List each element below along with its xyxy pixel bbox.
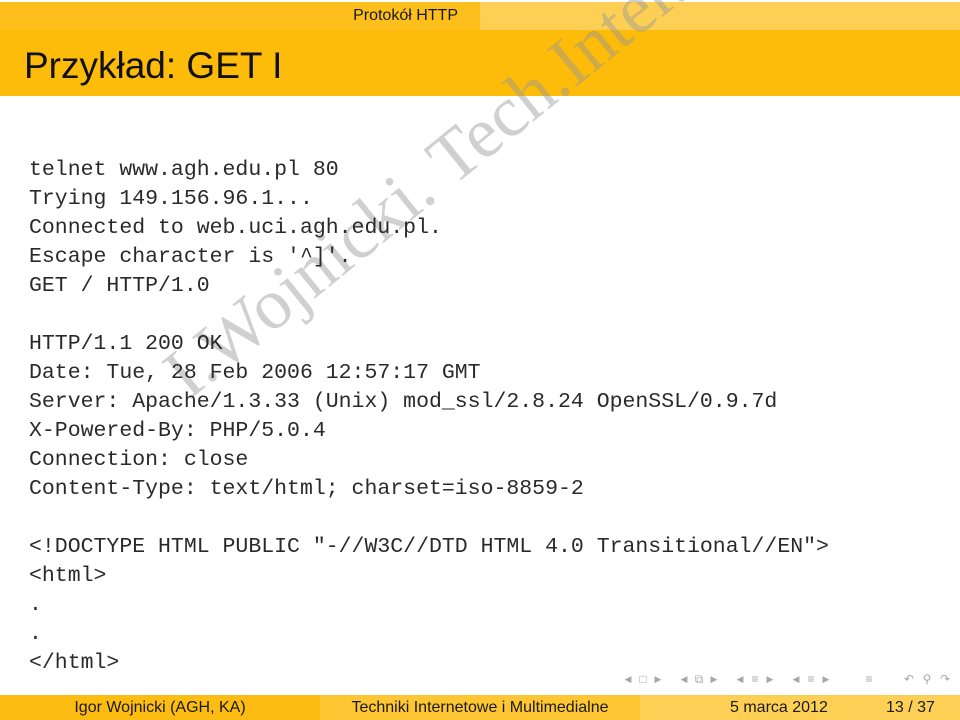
code-line: . <box>29 593 42 617</box>
section-icon[interactable]: ≡ <box>746 672 764 686</box>
section-strip: Protokół HTTP <box>0 2 960 30</box>
subsection-icon[interactable]: ⧉ <box>690 672 708 687</box>
next-section-arrow-icon[interactable]: ▶ <box>764 674 776 685</box>
code-line: Date: Tue, 28 Feb 2006 12:57:17 GMT <box>29 361 481 385</box>
forward-icon[interactable]: ↷ <box>936 672 954 686</box>
prev-frame-arrow-icon[interactable]: ◀ <box>622 674 634 685</box>
code-line: Connected to web.uci.agh.edu.pl. <box>29 216 442 240</box>
prev-subsection-arrow-icon[interactable]: ◀ <box>678 674 690 685</box>
back-icon[interactable]: ↶ <box>900 672 918 686</box>
footer-course: Techniki Internetowe i Multimedialne <box>320 695 640 720</box>
appendix-icon[interactable]: ≡ <box>860 672 878 686</box>
prev-section-arrow-icon[interactable]: ◀ <box>734 674 746 685</box>
code-line: Content-Type: text/html; charset=iso-885… <box>29 477 584 501</box>
code-line: Server: Apache/1.3.33 (Unix) mod_ssl/2.8… <box>29 390 778 414</box>
footer-author: Igor Wojnicki (AGH, KA) <box>0 695 320 720</box>
footer-date: 5 marca 2012 <box>730 699 828 716</box>
footer-right: 5 marca 2012 13 / 37 <box>640 695 960 720</box>
beamer-navigation: ◀ □ ▶ ◀ ⧉ ▶ ◀ ≡ ▶ ◀ ≡ ▶ ≡ ↶ ⚲ ↷ <box>622 670 954 688</box>
code-block: telnet www.agh.edu.pl 80 Trying 149.156.9… <box>29 156 829 678</box>
section-strip-right <box>480 2 960 30</box>
code-line: Connection: close <box>29 448 249 472</box>
document-icon[interactable]: ≡ <box>802 672 820 686</box>
section-title: Protokół HTTP <box>0 2 480 30</box>
code-line: <!DOCTYPE HTML PUBLIC "-//W3C//DTD HTML … <box>29 535 829 559</box>
frame-title-bar: Przykład: GET I <box>0 30 960 96</box>
code-line: HTTP/1.1 200 OK <box>29 332 223 356</box>
prev-document-arrow-icon[interactable]: ◀ <box>790 674 802 685</box>
page-counter: 13 / 37 <box>886 699 935 716</box>
next-frame-arrow-icon[interactable]: ▶ <box>652 674 664 685</box>
footer: Igor Wojnicki (AGH, KA) Techniki Interne… <box>0 695 960 720</box>
code-line: <html> <box>29 564 107 588</box>
code-line: telnet www.agh.edu.pl 80 <box>29 158 339 182</box>
code-line: X-Powered-By: PHP/5.0.4 <box>29 419 326 443</box>
code-line: Escape character is '^]'. <box>29 245 352 269</box>
next-subsection-arrow-icon[interactable]: ▶ <box>708 674 720 685</box>
code-line: GET / HTTP/1.0 <box>29 274 210 298</box>
frame-icon[interactable]: □ <box>634 672 652 686</box>
code-line: . <box>29 622 42 646</box>
search-icon[interactable]: ⚲ <box>918 672 936 686</box>
next-document-arrow-icon[interactable]: ▶ <box>820 674 832 685</box>
code-line: Trying 149.156.96.1... <box>29 187 313 211</box>
frame-title: Przykład: GET I <box>24 45 283 86</box>
